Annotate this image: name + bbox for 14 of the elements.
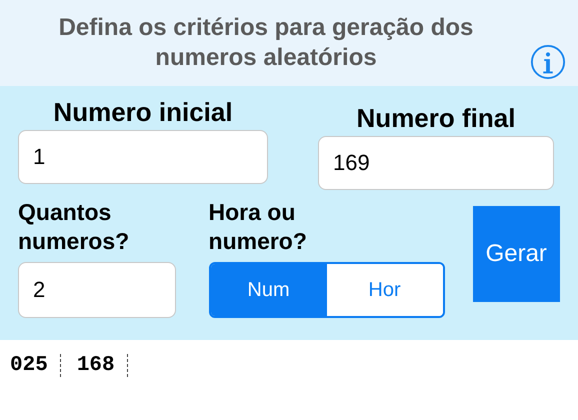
input-field[interactable]: 2: [18, 262, 176, 318]
input-field[interactable]: 169: [318, 136, 554, 190]
input-field[interactable]: 1: [18, 130, 268, 184]
field-label: Numero final: [356, 102, 516, 134]
title: Defina os critérios para geração dos numeros aleatórios: [58, 13, 474, 73]
field-label: Quantos numeros?: [18, 198, 130, 256]
segment-tab[interactable]: Num: [210, 264, 327, 316]
field-label: Numero inicial: [53, 96, 233, 128]
result-number: 025: [8, 354, 61, 377]
field-label: Hora ou numero?: [208, 198, 308, 256]
segment-tab[interactable]: Hor: [326, 264, 443, 316]
generate-button[interactable]: Gerar: [472, 206, 560, 302]
info-icon[interactable]: [530, 44, 566, 80]
result-number: 168: [74, 354, 128, 377]
